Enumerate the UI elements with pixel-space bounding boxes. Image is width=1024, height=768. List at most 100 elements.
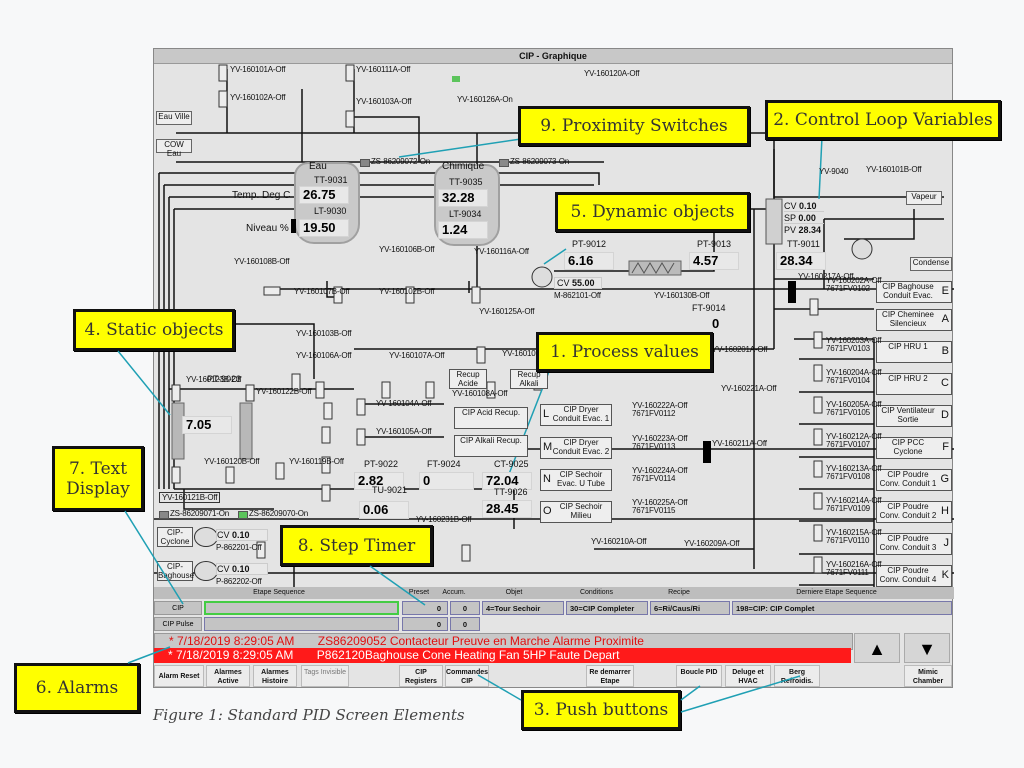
valve-label[interactable]: YV-160120B-Off <box>204 457 260 466</box>
valve-label[interactable]: YV-160212A-Off 7671FV0107 <box>826 433 882 449</box>
valve-label[interactable]: YV-160216A-Off 7671FV0111 <box>826 561 882 577</box>
valve-label[interactable]: YV-160107B-Off <box>294 287 350 296</box>
conditions-value: 30=CIP Completer <box>566 601 648 615</box>
valve-label[interactable]: YV-160108A-Off <box>452 389 508 398</box>
valve-label[interactable]: YV-160202A-Off 7671FV0102 <box>826 277 882 293</box>
valve-label[interactable]: YV-160201A-Off <box>712 345 768 354</box>
pv-value: 0 <box>419 472 474 490</box>
alarmes-active-button[interactable]: Alarmes Active <box>206 665 250 687</box>
tank-chimique-name: Chimique <box>442 161 485 172</box>
destination-left: L CIP Dryer Conduit Evac. 1 <box>540 404 612 426</box>
valve-label[interactable]: YV-9040 <box>819 167 848 176</box>
valve-label[interactable]: YV-160106B-Off <box>379 245 435 254</box>
valve-label[interactable]: YV-160119B-Off <box>289 457 344 466</box>
mimic-chamber-button[interactable]: Mimic Chamber <box>904 665 952 687</box>
pump-main-cv[interactable]: CV 55.00 <box>554 277 602 289</box>
destination-label: CIP Baghouse Conduit Evac. <box>882 282 934 300</box>
valve-label[interactable]: YV-160231B-Off <box>416 515 472 524</box>
header-objet: Objet <box>474 587 554 599</box>
valve-label[interactable]: YV-160111A-Off <box>356 65 410 74</box>
fan-tag[interactable]: P-862202-Off <box>216 577 262 586</box>
valve-on-indicator-icon <box>452 76 460 82</box>
valve-label[interactable]: YV-160120A-Off <box>584 69 640 78</box>
redemarrer-etape-button[interactable]: Re demarrer Etape <box>586 665 634 687</box>
valve-label[interactable]: YV-160225A-Off 7671FV0115 <box>632 499 688 515</box>
valve-label[interactable]: YV-160210A-Off <box>591 537 647 546</box>
destination-label: CIP Poudre Conv. Conduit 4 <box>879 566 937 584</box>
cip-registers-button[interactable]: CIP Registers <box>399 665 443 687</box>
alarm-scroll-up-button[interactable]: ▲ <box>854 633 900 663</box>
valve-label[interactable]: YV-160101B-Off <box>866 165 922 174</box>
destination-label: CIP Dryer Conduit Evac. 2 <box>552 438 610 456</box>
valve-label[interactable]: YV-160106A-Off <box>296 351 352 360</box>
objet-value: 4=Tour Sechoir <box>482 601 564 615</box>
valve-label[interactable]: YV-160108B-Off <box>234 257 290 266</box>
header-recipe: Recipe <box>639 587 719 599</box>
fan-cv[interactable]: CV 0.10 <box>216 563 268 575</box>
valve-label[interactable]: YV-160204A-Off 7671FV0104 <box>826 369 882 385</box>
valve-label[interactable]: YV-160105A-Off <box>376 427 432 436</box>
valve-label[interactable]: YV-160102A-Off <box>230 93 286 102</box>
valve-label[interactable]: YV-160209A-Off <box>684 539 740 548</box>
alarm-time: * 7/18/2019 8:29:05 AM <box>168 648 294 662</box>
fan-tag[interactable]: P-862201-Off <box>216 543 262 552</box>
destination-letter: E <box>941 285 949 297</box>
berg-refroidis-button[interactable]: Berg Refroidis. <box>774 665 820 687</box>
prox-switch-label[interactable]: ZS-86209073-On <box>510 157 569 166</box>
tags-invisible-button[interactable]: Tags Invisible <box>301 665 349 687</box>
prox-switch-icon <box>360 159 370 167</box>
valve-label[interactable]: YV-160126A-On <box>457 95 513 104</box>
alarm-scroll-down-button[interactable]: ▼ <box>904 633 950 663</box>
boucle-pid-button[interactable]: Boucle PID <box>676 665 722 687</box>
callout-dynamic-objects: 5. Dynamic objects <box>555 192 750 232</box>
deluge-hvac-button[interactable]: Deluge et HVAC <box>725 665 771 687</box>
valve-label[interactable]: YV-160211A-Off <box>712 439 767 448</box>
valve-label[interactable]: YV-160222A-Off 7671FV0112 <box>632 402 688 418</box>
fan-cv[interactable]: CV 0.10 <box>216 529 268 541</box>
valve-label[interactable]: YV-160116A-Off <box>474 247 529 256</box>
valve-label[interactable]: YV-160203A-Off 7671FV0103 <box>826 337 882 353</box>
valve-label[interactable]: YV-160205A-Off 7671FV0105 <box>826 401 882 417</box>
prox-switch-label[interactable]: ZS-86209070-On <box>249 509 308 518</box>
valve-label[interactable]: YV-160122B-Off <box>256 387 312 396</box>
valve-label[interactable]: YV-160215A-Off 7671FV0110 <box>826 529 882 545</box>
tank-eau-name: Eau <box>309 161 327 172</box>
pv-tag: PT-9022 <box>364 459 399 469</box>
source-vapeur: Vapeur <box>906 191 942 205</box>
commandes-cip-button[interactable]: Commandes CIP <box>445 665 489 687</box>
destination-label: CIP Dryer Conduit Evac. 1 <box>552 405 610 423</box>
valve-label[interactable]: YV-160107A-Off <box>389 351 445 360</box>
alarmes-histoire-button[interactable]: Alarmes Histoire <box>253 665 297 687</box>
valve-label[interactable]: YV-160101A-Off <box>230 65 286 74</box>
valve-label[interactable]: YV-160125A-Off <box>479 307 535 316</box>
valve-label[interactable]: YV-160103A-Off <box>356 97 412 106</box>
sequence-panel: Etape Sequence Preset Accum. Objet Condi… <box>154 587 954 689</box>
valve-label[interactable]: YV-160224A-Off 7671FV0114 <box>632 467 688 483</box>
pv-tag: TU-9021 <box>372 485 408 495</box>
callout-proximity-switches: 9. Proximity Switches <box>518 106 750 146</box>
pv-tag: TT-9026 <box>494 487 528 497</box>
preset-value: 0 <box>402 601 448 615</box>
valve-label[interactable]: YV-160103B-Off <box>296 329 352 338</box>
prox-switch-label[interactable]: ZS-86209071-On <box>170 509 229 518</box>
pump-main-tag[interactable]: M-862101-Off <box>554 291 601 300</box>
valve-label[interactable]: YV-160213A-Off 7671FV0108 <box>826 465 882 481</box>
valve-label[interactable]: YV-160102B-Off <box>379 287 435 296</box>
pv-value: 4.57 <box>689 252 739 270</box>
alarm-reset-button[interactable]: Alarm Reset <box>154 665 204 687</box>
valve-label[interactable]: YV-160223A-Off 7671FV0113 <box>632 435 688 451</box>
cip-alkali-recup: CIP Alkali Recup. <box>454 435 528 457</box>
destination-letter: G <box>940 473 949 485</box>
valve-label[interactable]: YV-160121B-Off <box>159 492 221 503</box>
callout-process-values: 1. Process values <box>536 332 713 372</box>
pv-value: 7.05 <box>182 416 232 434</box>
valve-label[interactable]: YV-160104A-Off <box>376 399 432 408</box>
destination-label: CIP Cheminee Silencieux <box>882 310 934 328</box>
valve-label[interactable]: YV-16010 <box>502 349 536 358</box>
destination-right: CIP Poudre Conv. Conduit 1G <box>876 469 952 491</box>
valve-label[interactable]: YV-160214A-Off 7671FV0109 <box>826 497 882 513</box>
prox-switch-label[interactable]: ZS-86209072-On <box>371 157 430 166</box>
valve-label[interactable]: YV-160130B-Off <box>654 291 710 300</box>
valve-label[interactable]: YV-160221A-Off <box>721 384 777 393</box>
alarm-row-active[interactable]: * 7/18/2019 8:29:05 AM P862120Baghouse C… <box>154 648 851 663</box>
